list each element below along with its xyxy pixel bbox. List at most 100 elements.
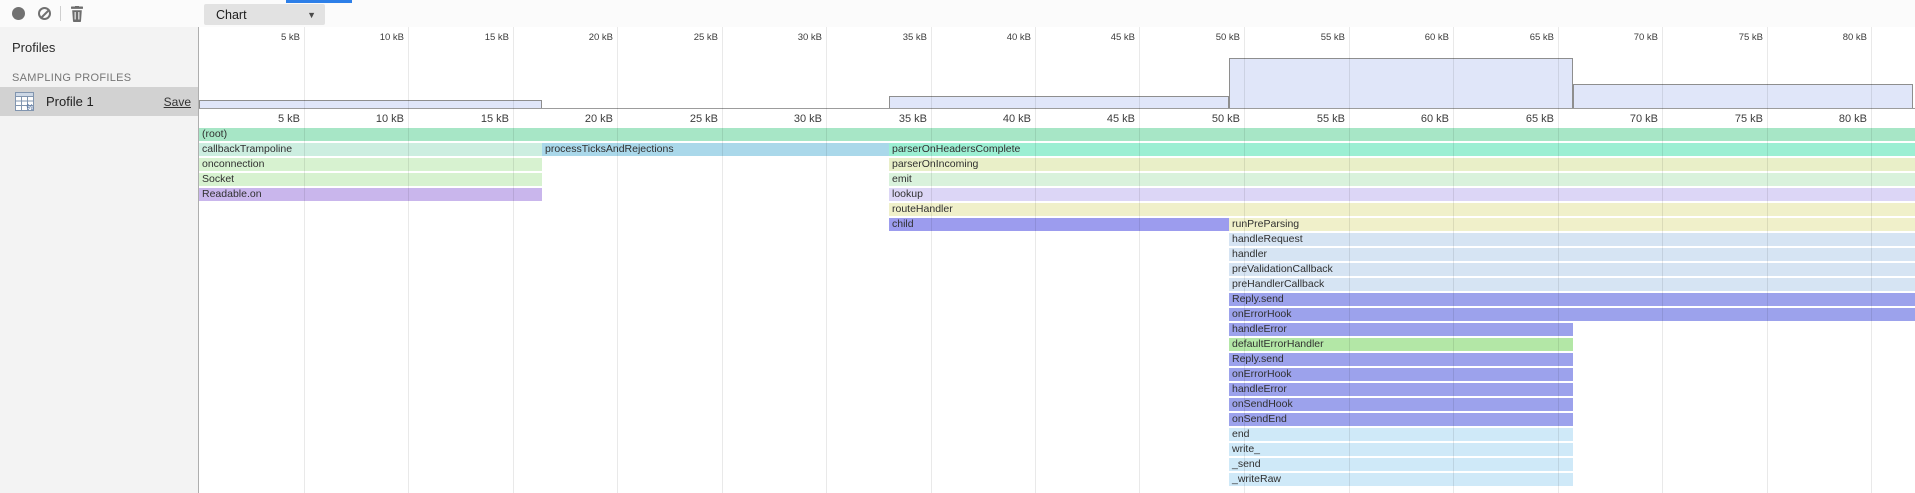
flame-block-label: (root) (199, 128, 1915, 141)
flame-block-label: Readable.on (199, 188, 542, 201)
ruler-tick-label: 35 kB (867, 32, 927, 43)
flame-block-runpreparsing[interactable]: runPreParsing (1229, 218, 1915, 231)
ruler-tick-label: 75 kB (1703, 32, 1763, 43)
clear-profiles-button[interactable] (38, 7, 51, 20)
flame-rows: (root) callbackTrampolineprocessTicksAndR… (199, 27, 1915, 493)
flame-block-write[interactable]: write_ (1229, 443, 1573, 456)
flame-block-defaulterrorhandler[interactable]: defaultErrorHandler (1229, 338, 1573, 351)
sampling-profiles-heading: SAMPLING PROFILES (0, 55, 198, 84)
gridline (1349, 27, 1350, 493)
gridline (408, 27, 409, 493)
sidebar-item-profile-1[interactable]: % Profile 1 Save (0, 87, 198, 116)
flame-block-label: child (889, 218, 1229, 231)
flame-block-handleerror[interactable]: handleError (1229, 323, 1573, 336)
gridline (1558, 27, 1559, 493)
ruler-tick-label: 45 kB (1075, 32, 1135, 43)
overview-divider (199, 108, 1915, 109)
block-circle-icon (38, 7, 51, 20)
table-percent-icon: % (15, 92, 34, 111)
ruler-tick-label: 25 kB (658, 113, 718, 125)
ruler-tick-label: 65 kB (1494, 32, 1554, 43)
flame-block-prevalidationcallback[interactable]: preValidationCallback (1229, 263, 1915, 276)
ruler-tick-label: 70 kB (1598, 113, 1658, 125)
profile-name: Profile 1 (46, 94, 164, 109)
ruler-tick-label: 30 kB (762, 32, 822, 43)
flame-block-label: onSendEnd (1229, 413, 1573, 426)
record-button[interactable] (12, 7, 25, 20)
flame-block-lookup[interactable]: lookup (889, 188, 1915, 201)
flame-block-label: onErrorHook (1229, 308, 1915, 321)
flame-block-emit[interactable]: emit (889, 173, 1915, 186)
flame-block-label: onSendHook (1229, 398, 1573, 411)
flame-block-processticksandrejections[interactable]: processTicksAndRejections (542, 143, 889, 156)
flame-block-onsendend[interactable]: onSendEnd (1229, 413, 1573, 426)
gridline (513, 27, 514, 493)
flame-block-handler[interactable]: handler (1229, 248, 1915, 261)
ruler-tick-label: 15 kB (449, 113, 509, 125)
gridline (1453, 27, 1454, 493)
ruler-tick-label: 10 kB (344, 32, 404, 43)
flame-block-socket[interactable]: Socket (199, 173, 542, 186)
flame-block-onsendhook[interactable]: onSendHook (1229, 398, 1573, 411)
flame-block-label: routeHandler (889, 203, 1915, 216)
flame-block-readable-on[interactable]: Readable.on (199, 188, 542, 201)
gridline (1244, 27, 1245, 493)
flame-block-prehandlercallback[interactable]: preHandlerCallback (1229, 278, 1915, 291)
ruler-tick-label: 60 kB (1389, 32, 1449, 43)
flame-block-reply-send[interactable]: Reply.send (1229, 293, 1915, 306)
ruler-tick-label: 45 kB (1075, 113, 1135, 125)
ruler-tick-label: 10 kB (344, 113, 404, 125)
record-circle-icon (12, 7, 25, 20)
trash-icon (70, 6, 84, 22)
flame-block-label: lookup (889, 188, 1915, 201)
flame-block-label: Reply.send (1229, 293, 1915, 306)
ruler-tick-label: 55 kB (1285, 113, 1345, 125)
flame-block-root[interactable]: (root) (199, 128, 1915, 141)
flame-block-label: emit (889, 173, 1915, 186)
flame-block-label: parserOnIncoming (889, 158, 1915, 171)
flame-block-send[interactable]: _send (1229, 458, 1573, 471)
flame-block-routehandler[interactable]: routeHandler (889, 203, 1915, 216)
flame-block-end[interactable]: end (1229, 428, 1573, 441)
delete-profile-button[interactable] (70, 6, 84, 22)
flame-block-label: runPreParsing (1229, 218, 1915, 231)
ruler-tick-label: 25 kB (658, 32, 718, 43)
ruler-tick-label: 40 kB (971, 32, 1031, 43)
flame-block-label: onErrorHook (1229, 368, 1573, 381)
gridline (1035, 27, 1036, 493)
ruler-tick-label: 35 kB (867, 113, 927, 125)
chart-view-dropdown[interactable]: Chart ▼ (204, 4, 325, 25)
flame-block-reply-send[interactable]: Reply.send (1229, 353, 1573, 366)
toolbar: Chart ▼ (0, 0, 1915, 28)
flame-block-writeraw[interactable]: _writeRaw (1229, 473, 1573, 486)
active-tab-indicator (286, 0, 352, 3)
flame-block-label: parserOnHeadersComplete (889, 143, 1915, 156)
flame-block-parseronheaderscomplete[interactable]: parserOnHeadersComplete (889, 143, 1915, 156)
ruler-tick-label: 5 kB (240, 113, 300, 125)
flame-block-onerrorhook[interactable]: onErrorHook (1229, 368, 1573, 381)
ruler-tick-label: 50 kB (1180, 113, 1240, 125)
flame-block-handleerror[interactable]: handleError (1229, 383, 1573, 396)
gridline (1871, 27, 1872, 493)
gridline (1767, 27, 1768, 493)
gridline (826, 27, 827, 493)
flame-block-label: preHandlerCallback (1229, 278, 1915, 291)
ruler-tick-label: 60 kB (1389, 113, 1449, 125)
gridline (1139, 27, 1140, 493)
flame-block-label: _send (1229, 458, 1573, 471)
sidebar: Profiles SAMPLING PROFILES % Profile 1 S… (0, 27, 199, 493)
gridline (722, 27, 723, 493)
flame-block-child[interactable]: child (889, 218, 1229, 231)
flame-block-onconnection[interactable]: onconnection (199, 158, 542, 171)
ruler-tick-label: 20 kB (553, 113, 613, 125)
flame-block-label: handleError (1229, 323, 1573, 336)
ruler-tick-label: 15 kB (449, 32, 509, 43)
flame-block-onerrorhook[interactable]: onErrorHook (1229, 308, 1915, 321)
save-profile-link[interactable]: Save (164, 95, 191, 109)
flame-block-callbacktrampoline[interactable]: callbackTrampoline (199, 143, 542, 156)
profiles-heading: Profiles (0, 27, 198, 55)
flame-block-handlerequest[interactable]: handleRequest (1229, 233, 1915, 246)
flame-block-parseronincoming[interactable]: parserOnIncoming (889, 158, 1915, 171)
memory-profiler-window: Chart ▼ Profiles SAMPLING PROFILES % Pro… (0, 0, 1915, 493)
flame-block-label: processTicksAndRejections (542, 143, 889, 156)
